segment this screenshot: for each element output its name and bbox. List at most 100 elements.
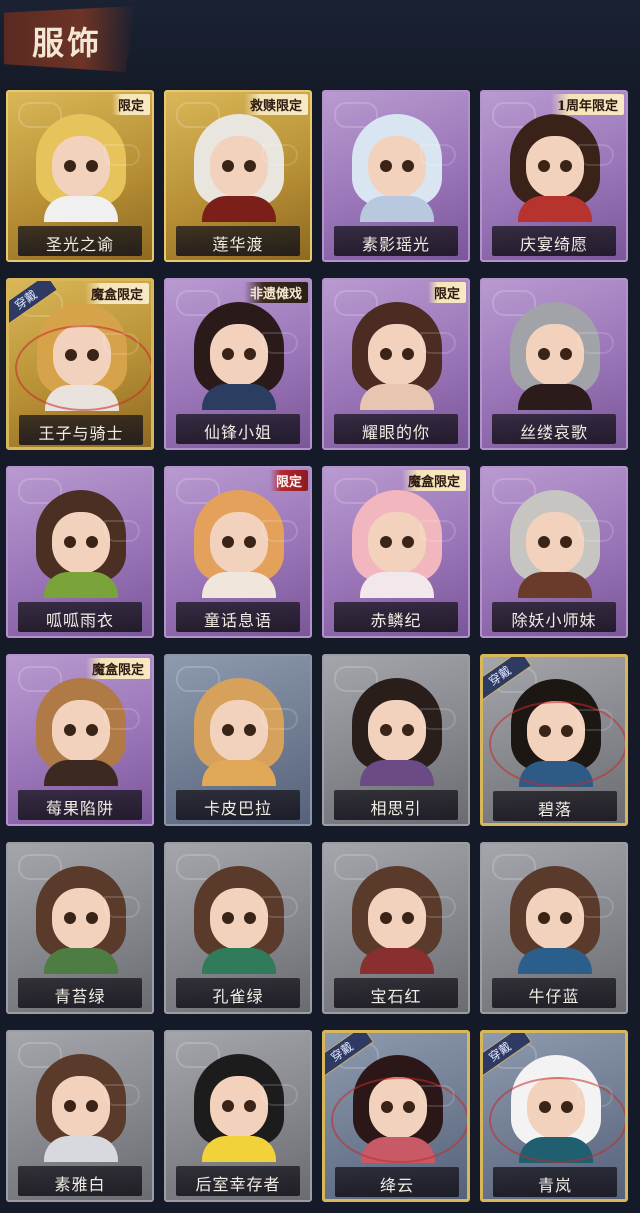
name-plate: 牛仔蓝 <box>492 978 616 1008</box>
portrait-eye <box>244 348 256 360</box>
portrait-outfit <box>360 760 434 786</box>
costume-name: 后室幸存者 <box>195 1175 281 1194</box>
costume-grid: 限定 圣光之谕 救赎限定 莲华渡 素影瑶光 1周年限定 庆宴绮愿 穿戴 魔盒限定 王子与骑士 非遗傩… <box>0 82 640 1213</box>
costume-name: 呱呱雨衣 <box>45 611 114 630</box>
limited-tag: 魔盒限定 <box>84 283 149 304</box>
portrait-face <box>210 512 268 574</box>
costume-card[interactable]: 限定圣光之谕 <box>6 90 154 262</box>
name-plate: 王子与骑士 <box>19 415 143 445</box>
portrait-eye <box>402 724 414 736</box>
costume-name: 莲华渡 <box>212 235 264 254</box>
costume-portrait <box>30 674 132 786</box>
costume-name: 宝石红 <box>370 987 422 1006</box>
name-plate: 相思引 <box>334 790 458 820</box>
portrait-eye <box>86 160 98 172</box>
costume-card[interactable]: 魔盒限定 莓果陷阱 <box>6 654 154 826</box>
portrait-eye <box>222 348 234 360</box>
portrait-face <box>526 888 584 950</box>
costume-card[interactable]: 限定 童话息语 <box>164 466 312 638</box>
costume-name: 圣光之谕 <box>45 235 114 254</box>
portrait-eye <box>64 160 76 172</box>
costume-portrait <box>188 862 290 974</box>
costume-card[interactable]: 救赎限定 莲华渡 <box>164 90 312 262</box>
portrait-eye <box>222 1100 234 1112</box>
portrait-face <box>52 1076 110 1138</box>
portrait-eye <box>86 912 98 924</box>
costume-card[interactable]: 呱呱雨衣 <box>6 466 154 638</box>
costume-card[interactable]: 素雅白 <box>6 1030 154 1202</box>
portrait-outfit <box>360 196 434 222</box>
costume-card[interactable]: 穿戴 绛云 <box>322 1030 470 1202</box>
costume-card[interactable]: 丝缕哀歌 <box>480 278 628 450</box>
costume-card[interactable]: 牛仔蓝 <box>480 842 628 1014</box>
portrait-outfit <box>44 948 118 974</box>
portrait-eye <box>380 724 392 736</box>
name-plate: 圣光之谕 <box>18 226 142 256</box>
costume-card[interactable]: 除妖小师妹 <box>480 466 628 638</box>
name-plate: 丝缕哀歌 <box>492 414 616 444</box>
costume-card[interactable]: 后室幸存者 <box>164 1030 312 1202</box>
portrait-eye <box>560 912 572 924</box>
portrait-eye <box>64 724 76 736</box>
limited-tag: 限定 <box>427 282 466 303</box>
limited-tag: 魔盒限定 <box>85 658 150 679</box>
costume-card[interactable]: 非遗傩戏 仙锋小姐 <box>164 278 312 450</box>
portrait-face <box>368 700 426 762</box>
costume-card[interactable]: 孔雀绿 <box>164 842 312 1014</box>
limited-tag: 1周年限定 <box>550 94 624 115</box>
portrait-eye <box>402 160 414 172</box>
portrait-outfit <box>518 196 592 222</box>
portrait-outfit <box>202 1136 276 1162</box>
costume-portrait <box>505 1051 607 1163</box>
portrait-face <box>368 324 426 386</box>
costume-card[interactable]: 素影瑶光 <box>322 90 470 262</box>
portrait-outfit <box>518 384 592 410</box>
costume-card[interactable]: 卡皮巴拉 <box>164 654 312 826</box>
portrait-face <box>210 1076 268 1138</box>
costume-portrait <box>188 674 290 786</box>
name-plate: 赤鳞纪 <box>334 602 458 632</box>
portrait-eye <box>538 912 550 924</box>
costume-card[interactable]: 穿戴 魔盒限定 王子与骑士 <box>6 278 154 450</box>
name-plate: 卡皮巴拉 <box>176 790 300 820</box>
portrait-outfit <box>44 1136 118 1162</box>
portrait-eye <box>561 725 573 737</box>
name-plate: 孔雀绿 <box>176 978 300 1008</box>
costume-card[interactable]: 魔盒限定赤鳞纪 <box>322 466 470 638</box>
costume-name: 卡皮巴拉 <box>203 799 272 818</box>
name-plate: 青苔绿 <box>18 978 142 1008</box>
portrait-outfit <box>202 196 276 222</box>
portrait-eye <box>403 1101 415 1113</box>
costume-name: 素影瑶光 <box>361 235 430 254</box>
costume-name: 丝缕哀歌 <box>519 423 588 442</box>
portrait-eye <box>222 536 234 548</box>
limited-tag: 非遗傩戏 <box>243 282 308 303</box>
portrait-face <box>368 512 426 574</box>
costume-card[interactable]: 限定 耀眼的你 <box>322 278 470 450</box>
portrait-eye <box>244 912 256 924</box>
costume-portrait <box>505 675 607 787</box>
portrait-eye <box>86 1100 98 1112</box>
portrait-eye <box>539 1101 551 1113</box>
limited-tag: 魔盒限定 <box>401 470 466 491</box>
portrait-eye <box>64 1100 76 1112</box>
costume-name: 庆宴绮愿 <box>519 235 588 254</box>
portrait-outfit <box>519 761 593 787</box>
costume-portrait <box>188 1050 290 1162</box>
costume-card[interactable]: 宝石红 <box>322 842 470 1014</box>
portrait-eye <box>380 348 392 360</box>
costume-card[interactable]: 穿戴 碧落 <box>480 654 628 826</box>
portrait-outfit <box>360 948 434 974</box>
costume-card[interactable]: 1周年限定庆宴绮愿 <box>480 90 628 262</box>
costume-card[interactable]: 青苔绿 <box>6 842 154 1014</box>
portrait-eye <box>560 348 572 360</box>
costume-name: 孔雀绿 <box>212 987 264 1006</box>
portrait-eye <box>64 536 76 548</box>
page-title: 服饰 <box>32 24 103 62</box>
costume-card[interactable]: 穿戴 青岚 <box>480 1030 628 1202</box>
costume-card[interactable]: 相思引 <box>322 654 470 826</box>
portrait-face <box>53 325 111 387</box>
limited-tag: 限定 <box>111 94 150 115</box>
name-plate: 童话息语 <box>176 602 300 632</box>
costume-portrait <box>346 862 448 974</box>
